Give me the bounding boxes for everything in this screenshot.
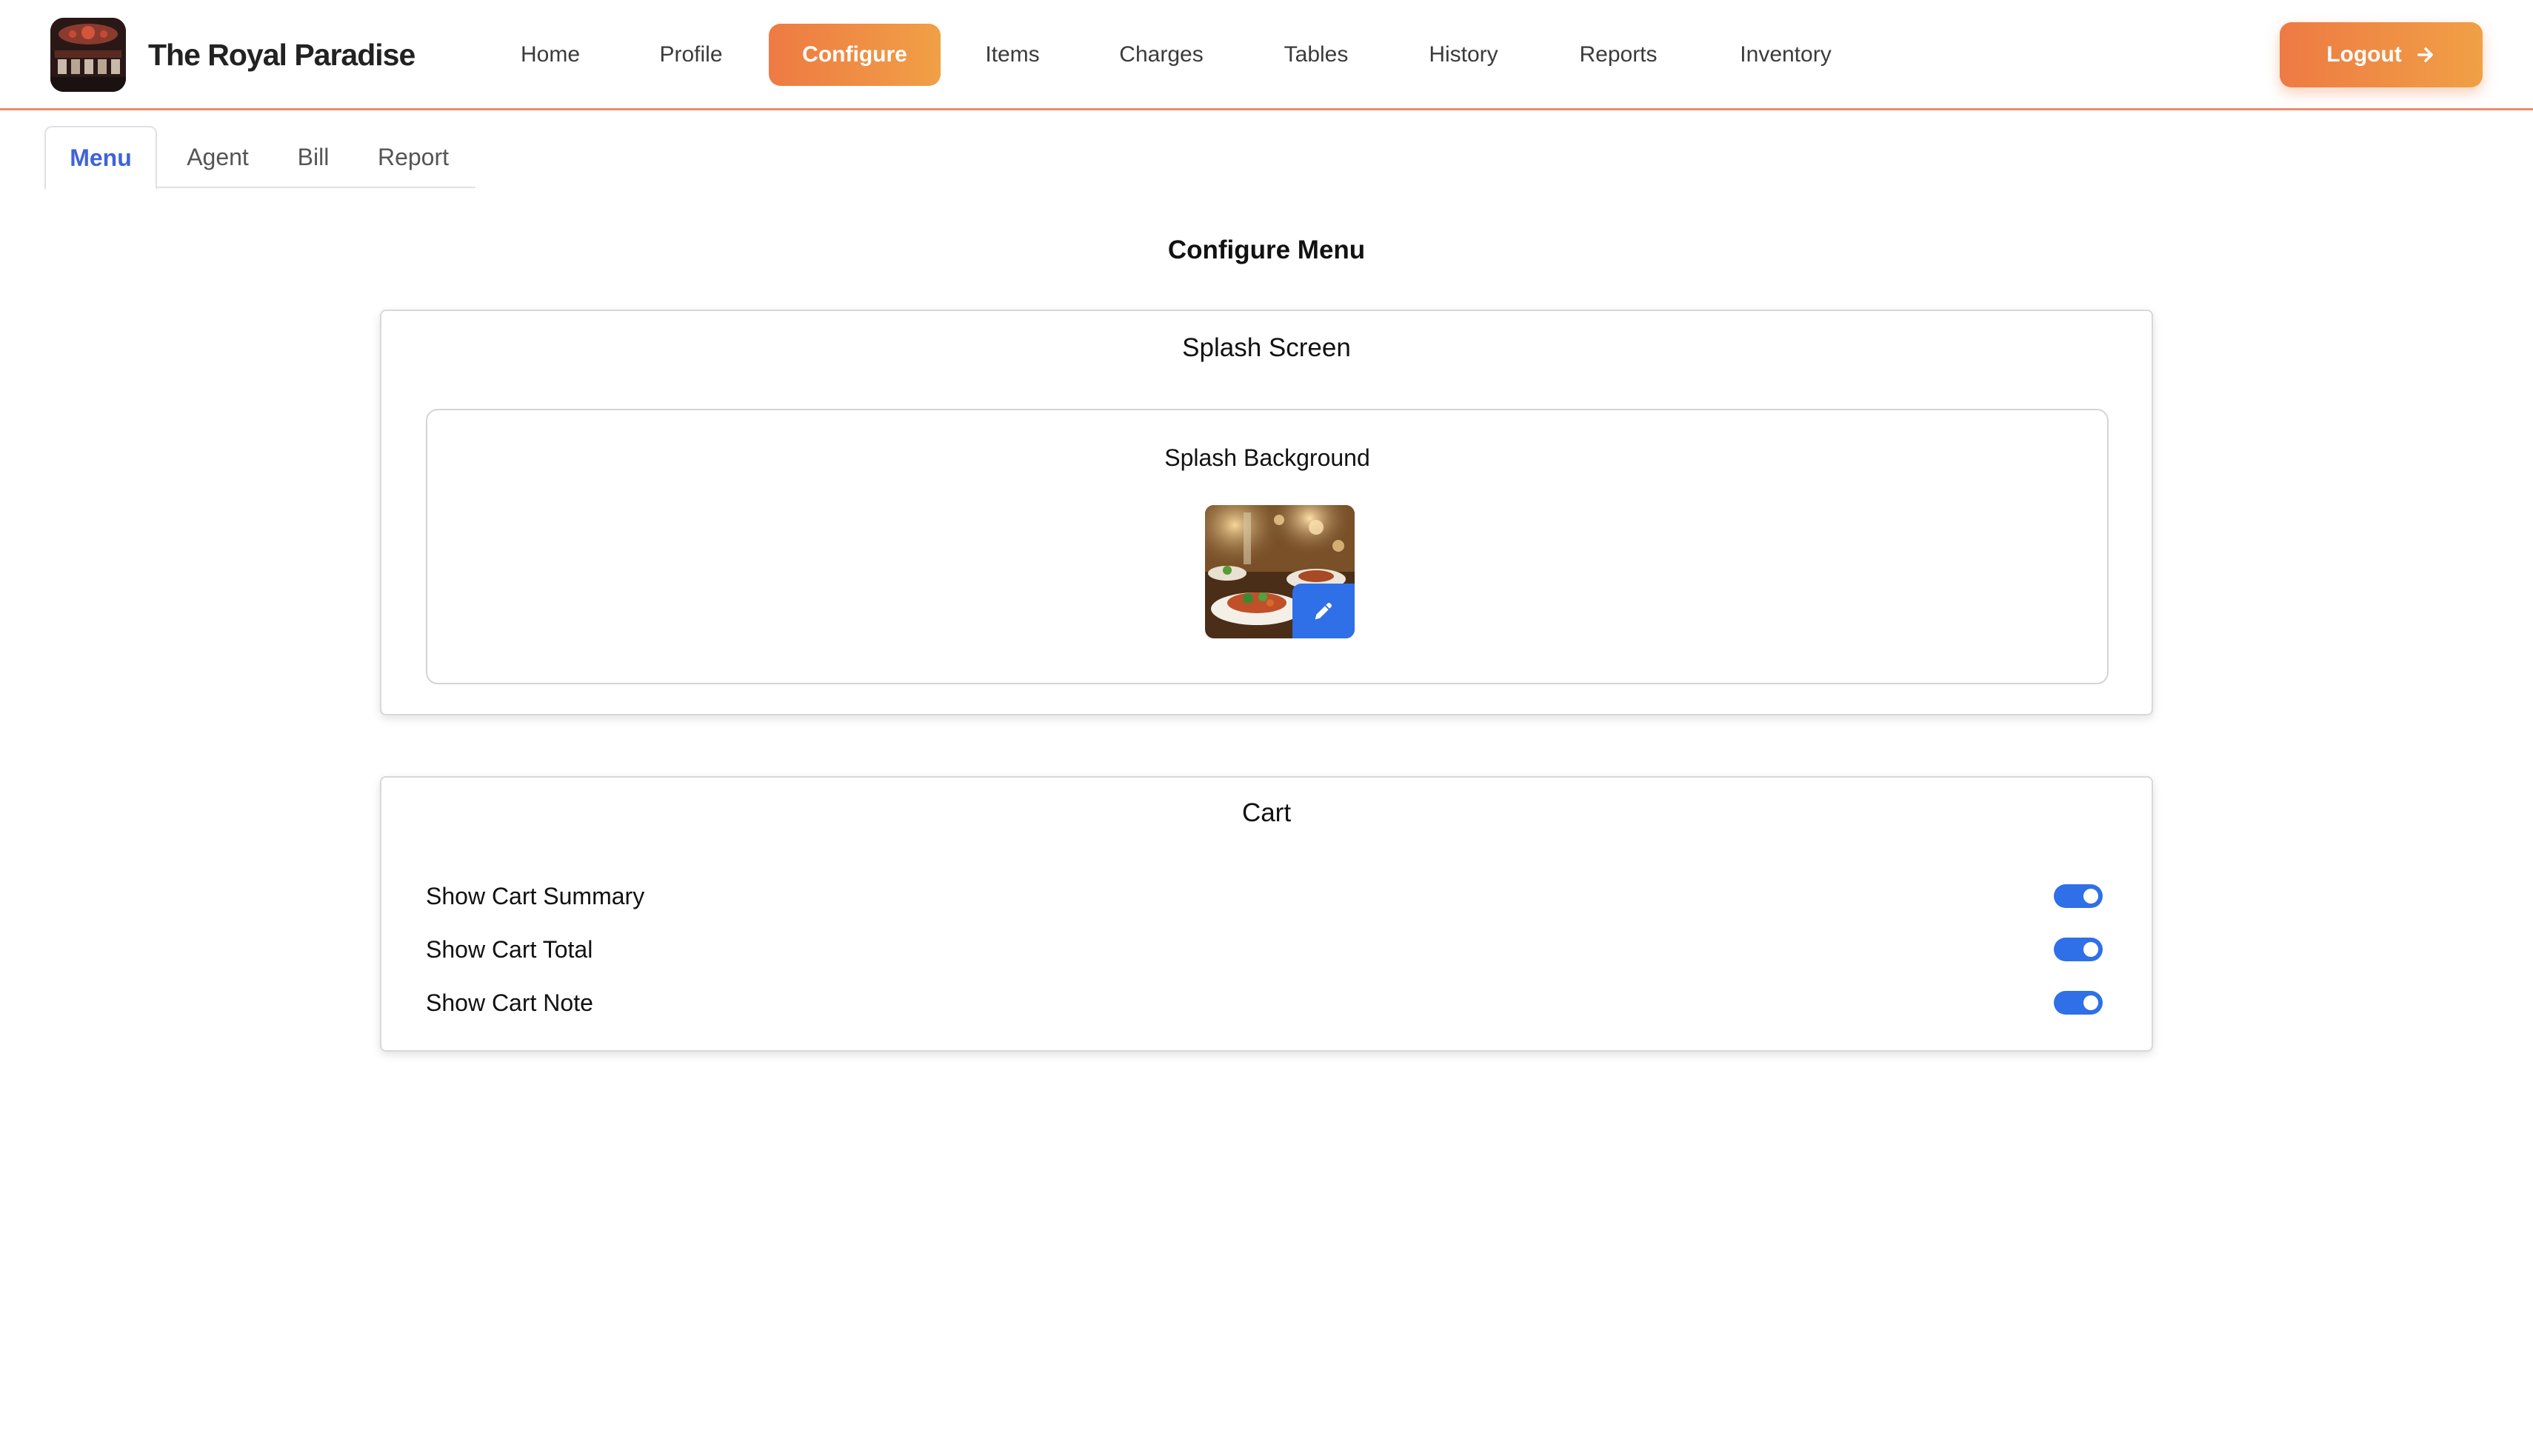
splash-screen-card: Splash Screen Splash Background bbox=[380, 310, 2153, 715]
nav-configure[interactable]: Configure bbox=[769, 24, 941, 86]
tab-menu[interactable]: Menu bbox=[44, 126, 157, 190]
nav-tables[interactable]: Tables bbox=[1265, 24, 1367, 86]
show-cart-note-toggle[interactable] bbox=[2054, 991, 2103, 1015]
show-cart-total-toggle[interactable] bbox=[2054, 938, 2103, 961]
nav-inventory[interactable]: Inventory bbox=[1727, 24, 1844, 86]
splash-card-title: Splash Screen bbox=[1182, 333, 1351, 362]
nav-history[interactable]: History bbox=[1410, 24, 1517, 86]
nav-reports[interactable]: Reports bbox=[1563, 24, 1674, 86]
tab-report[interactable]: Report bbox=[361, 126, 465, 188]
option-row: Show Cart Summary bbox=[426, 880, 2110, 912]
edit-splash-button[interactable] bbox=[1292, 584, 1355, 638]
tab-bill[interactable]: Bill bbox=[280, 126, 347, 188]
show-cart-total-label: Show Cart Total bbox=[426, 935, 593, 963]
splash-background-title: Splash Background bbox=[1164, 444, 1370, 471]
option-row: Show Cart Note bbox=[426, 986, 2110, 1019]
nav-home[interactable]: Home bbox=[501, 24, 600, 86]
page-title: Configure Menu bbox=[1167, 236, 1366, 264]
nav-items[interactable]: Items bbox=[963, 24, 1062, 86]
splash-background-panel: Splash Background bbox=[426, 409, 2109, 684]
option-row: Show Cart Total bbox=[426, 933, 2110, 966]
pencil-icon bbox=[1315, 603, 1332, 620]
top-navbar: The Royal Paradise Home Profile Configur… bbox=[0, 0, 2533, 110]
main-nav: Home Profile Configure Items Charges Tab… bbox=[0, 0, 2533, 110]
arrow-right-icon bbox=[2417, 47, 2433, 62]
tab-agent[interactable]: Agent bbox=[170, 126, 265, 188]
show-cart-summary-toggle[interactable] bbox=[2054, 884, 2103, 908]
splash-background-image[interactable] bbox=[1205, 505, 1355, 638]
logout-button[interactable]: Logout bbox=[2280, 22, 2483, 87]
nav-charges[interactable]: Charges bbox=[1104, 24, 1219, 86]
config-subtabs: Menu Agent Bill Report bbox=[44, 126, 475, 190]
nav-profile[interactable]: Profile bbox=[641, 24, 741, 86]
show-cart-summary-label: Show Cart Summary bbox=[426, 882, 645, 909]
cart-card-title: Cart bbox=[1241, 798, 1292, 827]
show-cart-note-label: Show Cart Note bbox=[426, 989, 593, 1016]
cart-card: Cart Show Cart Summary Show Cart Total S… bbox=[380, 776, 2153, 1052]
logout-label: Logout bbox=[2326, 42, 2402, 67]
